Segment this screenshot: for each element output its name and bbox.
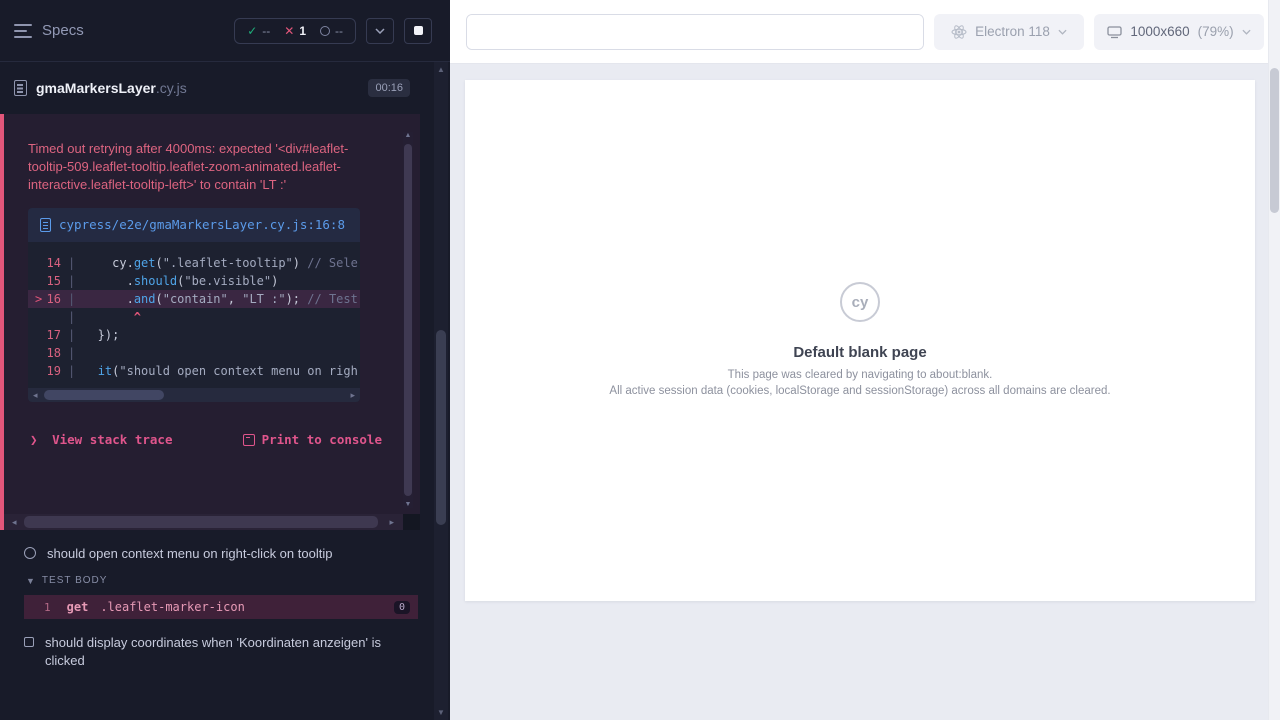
url-input[interactable]: [467, 15, 923, 49]
specs-list-icon[interactable]: [14, 24, 32, 38]
code-line: 14| cy.get(".leaflet-tooltip") // Sele: [28, 254, 360, 272]
failed-count: 1: [299, 24, 306, 38]
error-file-link[interactable]: cypress/e2e/gmaMarkersLayer.cy.js:16:8: [28, 208, 360, 242]
passed-count: --: [262, 24, 270, 38]
spec-header[interactable]: gmaMarkersLayer.cy.js 00:16: [0, 62, 450, 114]
console-icon: [243, 434, 255, 446]
scroll-left-icon[interactable]: ◂: [12, 514, 17, 530]
code-line: >16| .and("contain", "LT :"); // Test: [28, 290, 360, 308]
command-count-badge: 0: [394, 601, 410, 614]
check-icon: ✓: [247, 24, 257, 38]
command-row[interactable]: 1 get .leaflet-marker-icon 0: [24, 595, 418, 619]
spec-name-ext: .cy.js: [156, 80, 187, 96]
scroll-right-icon[interactable]: ▸: [350, 388, 355, 402]
viewport-selector[interactable]: 1000x660 (79%): [1094, 14, 1264, 50]
error-vscrollbar[interactable]: ▲ ▼: [403, 132, 413, 508]
app-under-test-frame: cy Default blank page This page was clea…: [465, 80, 1255, 601]
aut-toolbar: Electron 118 1000x660 (79%): [450, 0, 1280, 64]
view-stack-trace-button[interactable]: ❯ View stack trace: [30, 432, 172, 447]
chevron-down-icon: [1242, 29, 1251, 35]
chevron-down-icon: [375, 28, 385, 34]
scroll-down-icon[interactable]: ▼: [434, 708, 448, 717]
code-line: 18|: [28, 344, 360, 362]
cypress-runner: Specs ✓ -- ✕ 1 --: [0, 0, 1280, 720]
spec-duration-badge: 00:16: [368, 79, 410, 97]
code-frame: cypress/e2e/gmaMarkersLayer.cy.js:16:8 1…: [28, 208, 360, 402]
electron-icon: [951, 24, 967, 40]
spec-name-base: gmaMarkersLayer: [36, 80, 156, 96]
code-line: 15| .should("be.visible"): [28, 272, 360, 290]
scroll-right-icon[interactable]: ▸: [389, 514, 394, 530]
browser-label: Electron 118: [975, 24, 1050, 39]
view-stack-trace-label: View stack trace: [52, 432, 172, 447]
test-title: should open context menu on right-click …: [47, 545, 332, 563]
codeframe-hscrollbar-thumb[interactable]: [44, 390, 164, 400]
cypress-logo: cy: [840, 282, 880, 322]
aut-panel: Electron 118 1000x660 (79%): [450, 0, 1280, 720]
code-line: 17| });: [28, 326, 360, 344]
reporter-scrollbar-thumb[interactable]: [436, 330, 446, 525]
stat-failed: ✕ 1: [284, 24, 306, 38]
pending-icon: [320, 26, 330, 36]
error-line-marker: >: [35, 290, 42, 308]
scrollbar-corner: [403, 514, 420, 530]
command-number: 1: [44, 601, 51, 614]
error-message: Timed out retrying after 4000ms: expecte…: [28, 140, 380, 194]
stop-icon: [414, 26, 423, 35]
page-scrollbar[interactable]: [1268, 0, 1280, 720]
collapse-all-button[interactable]: [366, 18, 394, 44]
blank-page-line: All active session data (cookies, localS…: [465, 385, 1255, 397]
chevron-down-icon: [1058, 29, 1067, 35]
scroll-up-icon[interactable]: ▲: [403, 132, 413, 139]
test-running-icon: [24, 547, 36, 559]
code-line: | ^: [28, 308, 360, 326]
print-to-console-button[interactable]: Print to console: [243, 432, 382, 447]
code-file-icon: [40, 218, 51, 232]
error-actions: ❯ View stack trace Print to console: [30, 432, 382, 447]
test-item[interactable]: should display coordinates when 'Koordin…: [0, 619, 450, 674]
test-title: should display coordinates when 'Koordin…: [45, 634, 401, 670]
scroll-down-icon[interactable]: ▼: [403, 501, 413, 508]
command-message: .leaflet-marker-icon: [100, 600, 245, 614]
test-item[interactable]: should open context menu on right-click …: [0, 530, 450, 567]
reporter-panel: Specs ✓ -- ✕ 1 --: [0, 0, 450, 720]
error-vscrollbar-thumb[interactable]: [404, 144, 412, 496]
stage: cy Default blank page This page was clea…: [450, 64, 1280, 720]
spec-file-icon: [14, 80, 27, 96]
default-blank-page: cy Default blank page This page was clea…: [465, 282, 1255, 397]
viewport-size: 1000x660: [1130, 24, 1189, 39]
test-body-label: TEST BODY: [42, 575, 108, 586]
page-scrollbar-thumb[interactable]: [1270, 68, 1279, 213]
stop-button[interactable]: [404, 18, 432, 44]
stat-passed: ✓ --: [247, 24, 270, 38]
test-body-toggle[interactable]: ▼ TEST BODY: [0, 567, 450, 591]
url-bar: [466, 14, 924, 50]
error-file-path: cypress/e2e/gmaMarkersLayer.cy.js:16:8: [59, 216, 345, 234]
viewport-scale: (79%): [1198, 24, 1234, 39]
blank-page-title: Default blank page: [465, 344, 1255, 361]
chevron-down-icon: ▼: [26, 576, 35, 586]
codeframe-hscrollbar[interactable]: ◂ ▸: [28, 388, 360, 402]
run-stats: ✓ -- ✕ 1 --: [234, 18, 356, 44]
reporter-scrollbar[interactable]: ▲ ▼: [434, 62, 448, 720]
reporter-header: Specs ✓ -- ✕ 1 --: [0, 0, 450, 62]
test-pending-icon: [24, 637, 34, 647]
fail-icon: ✕: [284, 24, 294, 38]
error-panel: Timed out retrying after 4000ms: expecte…: [0, 114, 420, 530]
command-method: get: [67, 600, 89, 614]
print-to-console-label: Print to console: [262, 432, 382, 447]
viewport-icon: [1107, 25, 1122, 39]
code-line: 19| it("should open context menu on righ: [28, 362, 360, 380]
browser-selector[interactable]: Electron 118: [934, 14, 1084, 50]
stat-pending: --: [320, 24, 343, 38]
code-snippet: 14| cy.get(".leaflet-tooltip") // Sele15…: [28, 242, 360, 388]
pending-count: --: [335, 24, 343, 38]
spec-name: gmaMarkersLayer.cy.js: [36, 80, 187, 96]
specs-title: Specs: [42, 22, 84, 39]
blank-page-line: This page was cleared by navigating to a…: [465, 369, 1255, 381]
error-hscrollbar-thumb[interactable]: [24, 516, 378, 528]
scroll-left-icon[interactable]: ◂: [33, 388, 38, 402]
error-hscrollbar[interactable]: ◂ ▸: [4, 514, 420, 530]
scroll-up-icon[interactable]: ▲: [434, 65, 448, 74]
